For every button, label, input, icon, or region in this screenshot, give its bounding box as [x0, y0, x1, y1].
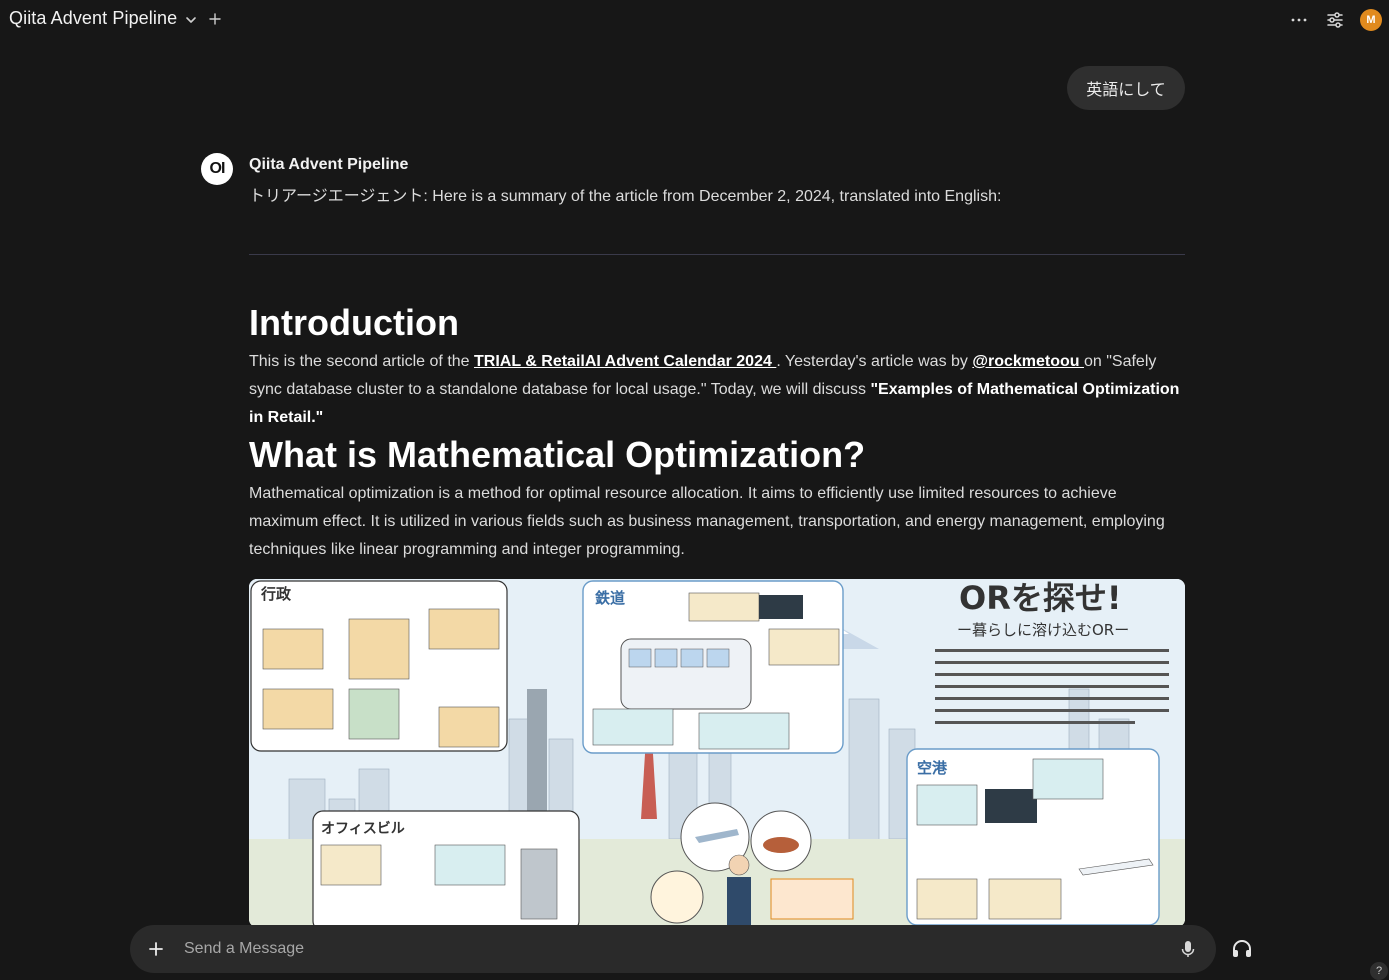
controls-sliders-icon[interactable]	[1325, 10, 1345, 30]
help-button[interactable]: ?	[1370, 962, 1388, 980]
intro-text-2: . Yesterday's article was by	[776, 353, 973, 370]
message-input[interactable]	[182, 937, 1142, 961]
panel-label-airport: 空港	[917, 759, 948, 777]
message-composer	[130, 925, 1216, 973]
assistant-message-content: Introduction This is the second article …	[249, 300, 1189, 564]
panel-label-railway: 鉄道	[595, 589, 625, 607]
voice-mode-headphones-icon[interactable]	[1231, 938, 1253, 960]
assistant-avatar: OI	[201, 153, 233, 185]
advent-calendar-link[interactable]: TRIAL & RetailAI Advent Calendar 2024	[474, 353, 776, 370]
assistant-intro-text: トリアージエージェント: Here is a summary of the ar…	[249, 188, 1002, 205]
model-selector-title[interactable]: Qiita Advent Pipeline	[9, 8, 177, 29]
author-link[interactable]: @rockmetoou	[972, 353, 1084, 370]
more-options-icon[interactable]	[1290, 11, 1308, 29]
horizontal-rule	[249, 254, 1185, 255]
illustration-subtitle: ー暮らしに溶け込むORー	[957, 621, 1129, 639]
intro-text-1: This is the second article of the	[249, 353, 474, 370]
attach-plus-icon[interactable]	[148, 941, 164, 957]
assistant-name: Qiita Advent Pipeline	[249, 156, 409, 173]
chevron-down-icon[interactable]	[184, 13, 198, 27]
introduction-paragraph: This is the second article of the TRIAL …	[249, 348, 1189, 432]
add-model-icon[interactable]	[208, 12, 222, 26]
user-avatar[interactable]: M	[1360, 9, 1382, 31]
section-heading-introduction: Introduction	[249, 302, 459, 343]
panel-label-government: 行政	[260, 585, 292, 603]
top-bar: Qiita Advent Pipeline M	[0, 0, 1389, 40]
or-illustration-image[interactable]: 行政 鉄道 ORを探せ! ー暮らしに溶け込むORー 空港 オフィスビル	[249, 579, 1185, 927]
user-message-bubble: 英語にして	[1067, 66, 1185, 110]
section-heading-math-optimization: What is Mathematical Optimization?	[249, 434, 866, 475]
microphone-icon[interactable]	[1178, 939, 1198, 959]
illustration-title: ORを探せ!	[959, 579, 1121, 617]
math-optimization-paragraph: Mathematical optimization is a method fo…	[249, 485, 1165, 558]
panel-label-office: オフィスビル	[321, 821, 405, 837]
